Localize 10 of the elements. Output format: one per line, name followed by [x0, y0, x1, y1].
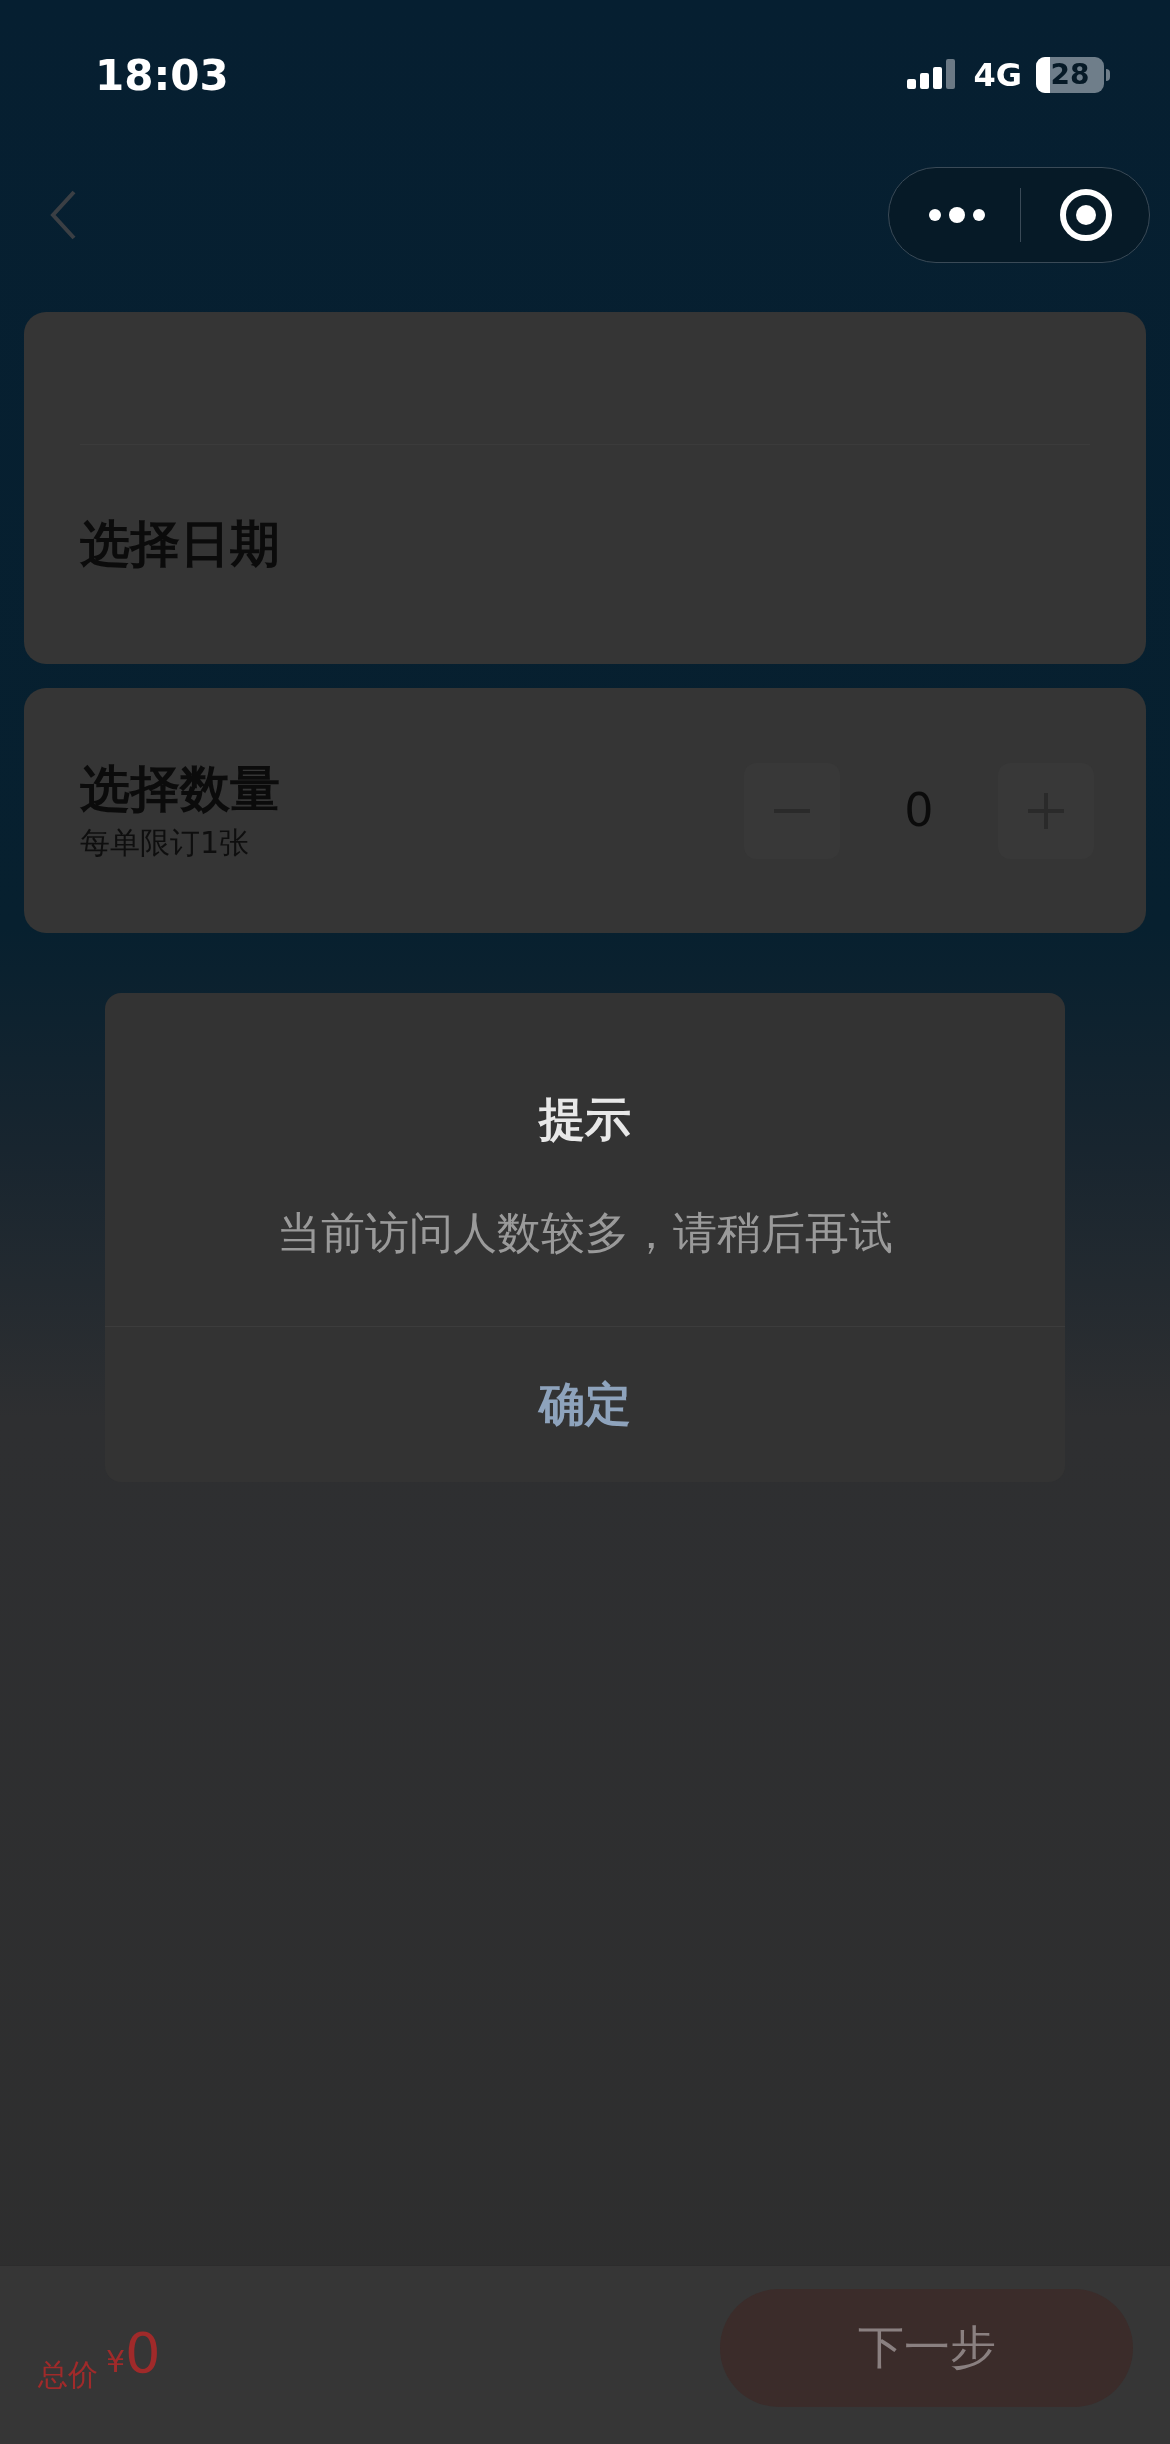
- status-time: 18:03: [95, 49, 229, 102]
- total-label: 总价: [38, 2356, 98, 2394]
- more-icon[interactable]: [929, 205, 985, 225]
- dialog-message: 当前访问人数较多，请稍后再试: [277, 1206, 893, 1260]
- total-price: ¥0: [106, 2323, 161, 2387]
- dialog-title: 提示: [539, 1091, 631, 1148]
- network-label: 4G: [973, 55, 1022, 96]
- close-icon[interactable]: [1059, 188, 1113, 242]
- back-icon[interactable]: [48, 189, 78, 241]
- confirm-button[interactable]: 确定: [105, 1327, 1065, 1482]
